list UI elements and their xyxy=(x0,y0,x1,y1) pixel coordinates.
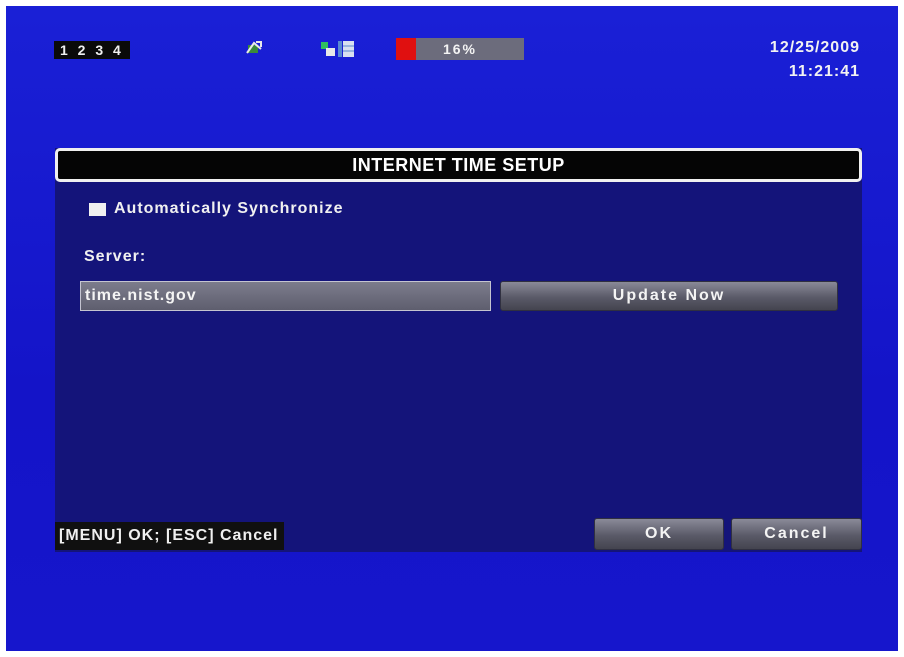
dialog-title: INTERNET TIME SETUP xyxy=(55,148,862,182)
ok-button[interactable]: OK xyxy=(594,518,724,550)
channel-indicator: 1 2 3 4 xyxy=(54,41,130,59)
update-now-button[interactable]: Update Now xyxy=(500,281,838,311)
network-icon xyxy=(244,39,266,59)
server-label: Server: xyxy=(84,248,147,265)
clock: 12/25/2009 11:21:41 xyxy=(770,36,860,84)
internet-time-setup-dialog: INTERNET TIME SETUP Automatically Synchr… xyxy=(55,148,862,552)
disk-usage-bar: 16% xyxy=(396,38,524,60)
disk-usage-label: 16% xyxy=(442,41,478,57)
hdd-status-icon xyxy=(319,39,357,59)
server-input[interactable]: time.nist.gov xyxy=(80,281,491,311)
auto-sync-row[interactable]: Automatically Synchronize xyxy=(89,200,344,218)
auto-sync-checkbox[interactable] xyxy=(89,202,106,216)
dvr-screen: 1 2 3 4 16% 12/25/2009 11:21:41 INTERNET… xyxy=(6,6,898,651)
time-display: 11:21:41 xyxy=(788,63,860,80)
key-hint: [MENU] OK; [ESC] Cancel xyxy=(55,522,285,550)
date-display: 12/25/2009 xyxy=(769,39,860,56)
auto-sync-label: Automatically Synchronize xyxy=(114,200,344,217)
cancel-button[interactable]: Cancel xyxy=(731,518,862,550)
